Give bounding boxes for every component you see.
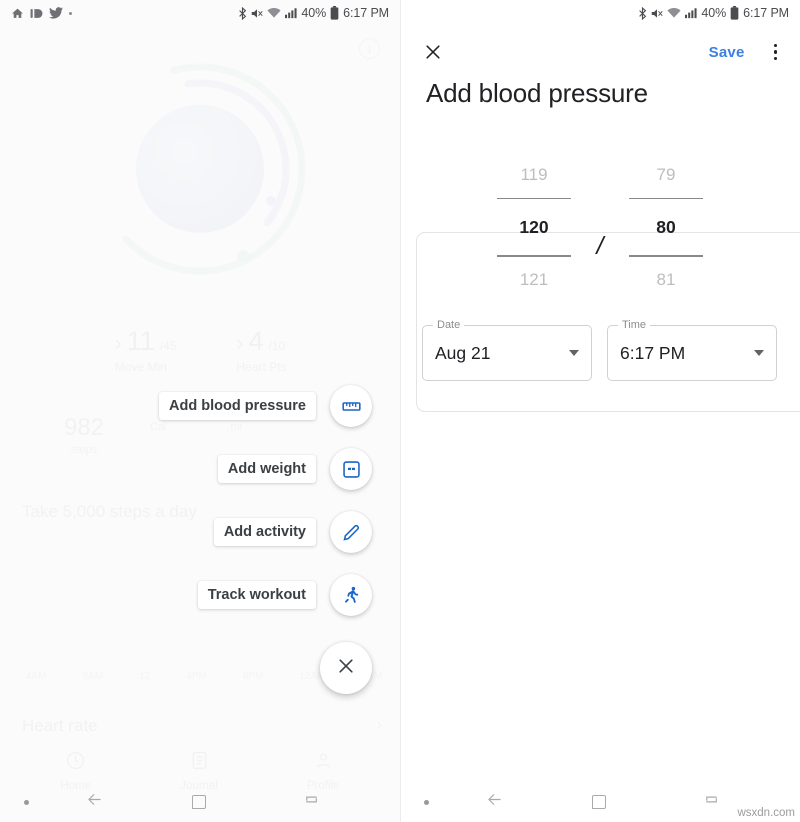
mute-icon bbox=[651, 7, 664, 20]
save-button[interactable]: Save bbox=[709, 44, 745, 61]
time-field[interactable]: Time 6:17 PM bbox=[607, 319, 777, 381]
speed-dial-item-weight[interactable]: Add weight bbox=[217, 448, 372, 490]
right-panel-add-blood-pressure: 40% 6:17 PM Save Add blood pressure 119 … bbox=[400, 0, 800, 822]
chevron-down-icon[interactable] bbox=[754, 350, 764, 356]
system-navigation-left bbox=[0, 782, 400, 822]
screenshot-root: 40% 6:17 PM i › 11 /45 Move Min › 4 /10 … bbox=[0, 0, 800, 822]
chevron-down-icon[interactable] bbox=[569, 350, 579, 356]
back-icon[interactable] bbox=[485, 790, 504, 814]
close-icon bbox=[336, 656, 356, 681]
recents-icon[interactable] bbox=[702, 790, 721, 814]
status-bar-system-icons: 40% 6:17 PM bbox=[638, 6, 789, 20]
systolic-value[interactable]: 120 bbox=[493, 207, 575, 247]
battery-percent: 40% bbox=[701, 6, 727, 20]
wifi-icon bbox=[667, 7, 682, 19]
picker-separator: / bbox=[596, 232, 604, 260]
speed-dial-label-weight[interactable]: Add weight bbox=[217, 455, 316, 483]
signal-icon bbox=[685, 7, 697, 19]
speed-dial-label-activity[interactable]: Add activity bbox=[213, 518, 316, 546]
home-square-icon[interactable] bbox=[592, 795, 606, 809]
date-time-row: Date Aug 21 Time 6:17 PM bbox=[422, 319, 777, 381]
pencil-icon[interactable] bbox=[330, 511, 372, 553]
more-vertical-icon[interactable] bbox=[771, 40, 781, 65]
speed-dial-item-blood-pressure[interactable]: Add blood pressure bbox=[159, 385, 372, 427]
panel-divider bbox=[400, 0, 401, 822]
status-bar-right: 40% 6:17 PM bbox=[400, 0, 800, 26]
time-field-value[interactable]: 6:17 PM bbox=[620, 343, 685, 364]
picker-divider-top bbox=[497, 198, 571, 200]
scale-icon[interactable] bbox=[330, 448, 372, 490]
left-panel-google-fit-home: 40% 6:17 PM i › 11 /45 Move Min › 4 /10 … bbox=[0, 0, 400, 822]
dot-icon bbox=[424, 799, 429, 805]
app-bar: Save bbox=[400, 26, 800, 78]
time-field-label: Time bbox=[618, 319, 651, 331]
diastolic-next-value[interactable]: 81 bbox=[625, 265, 707, 295]
page-title: Add blood pressure bbox=[426, 78, 648, 108]
fab-speed-dial: Add blood pressure Add weight Add activi… bbox=[0, 0, 400, 822]
systolic-picker[interactable]: 119 120 121 bbox=[493, 160, 575, 295]
running-icon[interactable] bbox=[330, 574, 372, 616]
speed-dial-item-activity[interactable]: Add activity bbox=[213, 511, 372, 553]
status-bar-clock: 6:17 PM bbox=[743, 6, 789, 20]
bluetooth-icon bbox=[638, 6, 647, 20]
diastolic-picker[interactable]: 79 80 81 bbox=[625, 160, 707, 295]
date-field-label: Date bbox=[433, 319, 465, 331]
picker-divider-top bbox=[629, 198, 703, 200]
speed-dial-label-workout[interactable]: Track workout bbox=[197, 581, 316, 609]
fab-close-button[interactable] bbox=[320, 642, 372, 694]
diastolic-value[interactable]: 80 bbox=[625, 207, 707, 247]
systolic-next-value[interactable]: 121 bbox=[493, 265, 575, 295]
blood-pressure-picker: 119 120 121 / 79 80 81 bbox=[400, 160, 800, 295]
ruler-icon[interactable] bbox=[330, 385, 372, 427]
speed-dial-item-workout[interactable]: Track workout bbox=[197, 574, 372, 616]
close-icon[interactable] bbox=[420, 39, 446, 65]
systolic-previous-value[interactable]: 119 bbox=[493, 160, 575, 190]
home-square-icon[interactable] bbox=[192, 795, 206, 809]
date-field-value[interactable]: Aug 21 bbox=[435, 343, 490, 364]
watermark: wsxdn.com bbox=[737, 807, 795, 819]
date-field[interactable]: Date Aug 21 bbox=[422, 319, 592, 381]
recents-icon[interactable] bbox=[302, 790, 321, 814]
picker-divider-bottom bbox=[629, 255, 703, 257]
picker-divider-bottom bbox=[497, 255, 571, 257]
speed-dial-label-blood-pressure[interactable]: Add blood pressure bbox=[159, 392, 316, 420]
battery-icon bbox=[730, 6, 739, 20]
back-icon[interactable] bbox=[85, 790, 104, 814]
dot-icon bbox=[24, 799, 29, 805]
diastolic-previous-value[interactable]: 79 bbox=[625, 160, 707, 190]
